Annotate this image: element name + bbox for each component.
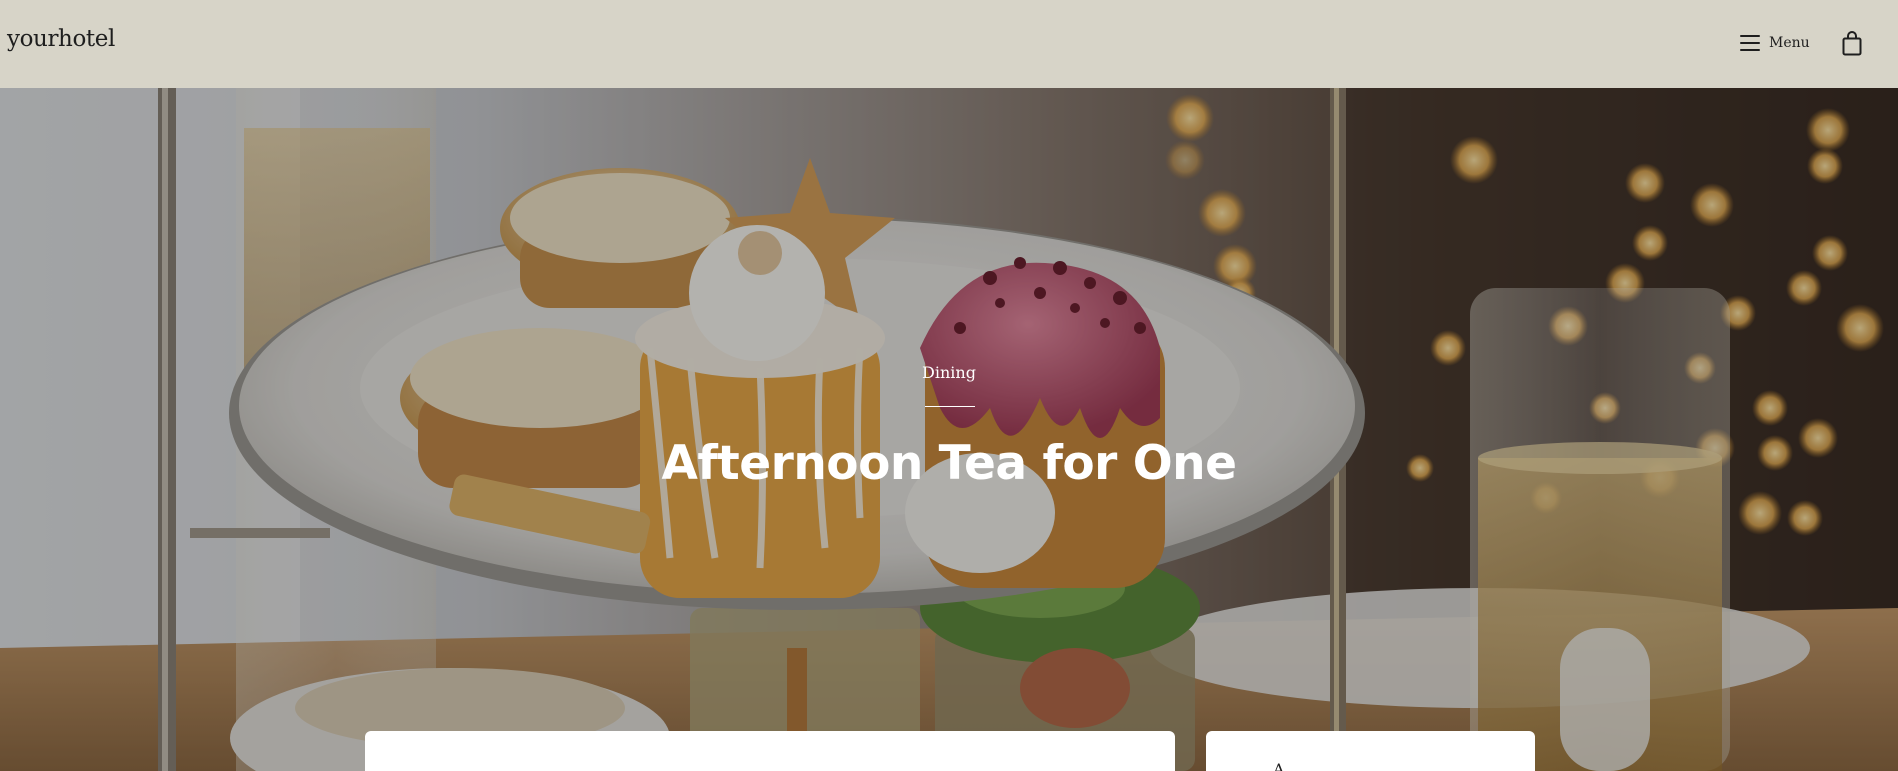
hero-dark-overlay (0, 88, 1898, 771)
shopping-bag-button[interactable] (1840, 31, 1864, 57)
site-logo[interactable]: yourhotel (7, 26, 115, 52)
menu-label: Menu (1769, 35, 1810, 51)
hero-category-label: Dining (922, 363, 976, 382)
menu-button[interactable]: Menu (1740, 32, 1810, 54)
booking-card-heading: A (1273, 760, 1285, 771)
hamburger-icon (1740, 35, 1760, 51)
site-header: yourhotel Menu (0, 0, 1898, 88)
shopping-bag-icon (1842, 31, 1862, 56)
booking-card: A (1206, 731, 1535, 771)
details-card (365, 731, 1175, 771)
hero-title: Afternoon Tea for One (661, 436, 1237, 491)
hero-banner: Dining Afternoon Tea for One (0, 88, 1898, 771)
hero-divider (925, 406, 975, 407)
